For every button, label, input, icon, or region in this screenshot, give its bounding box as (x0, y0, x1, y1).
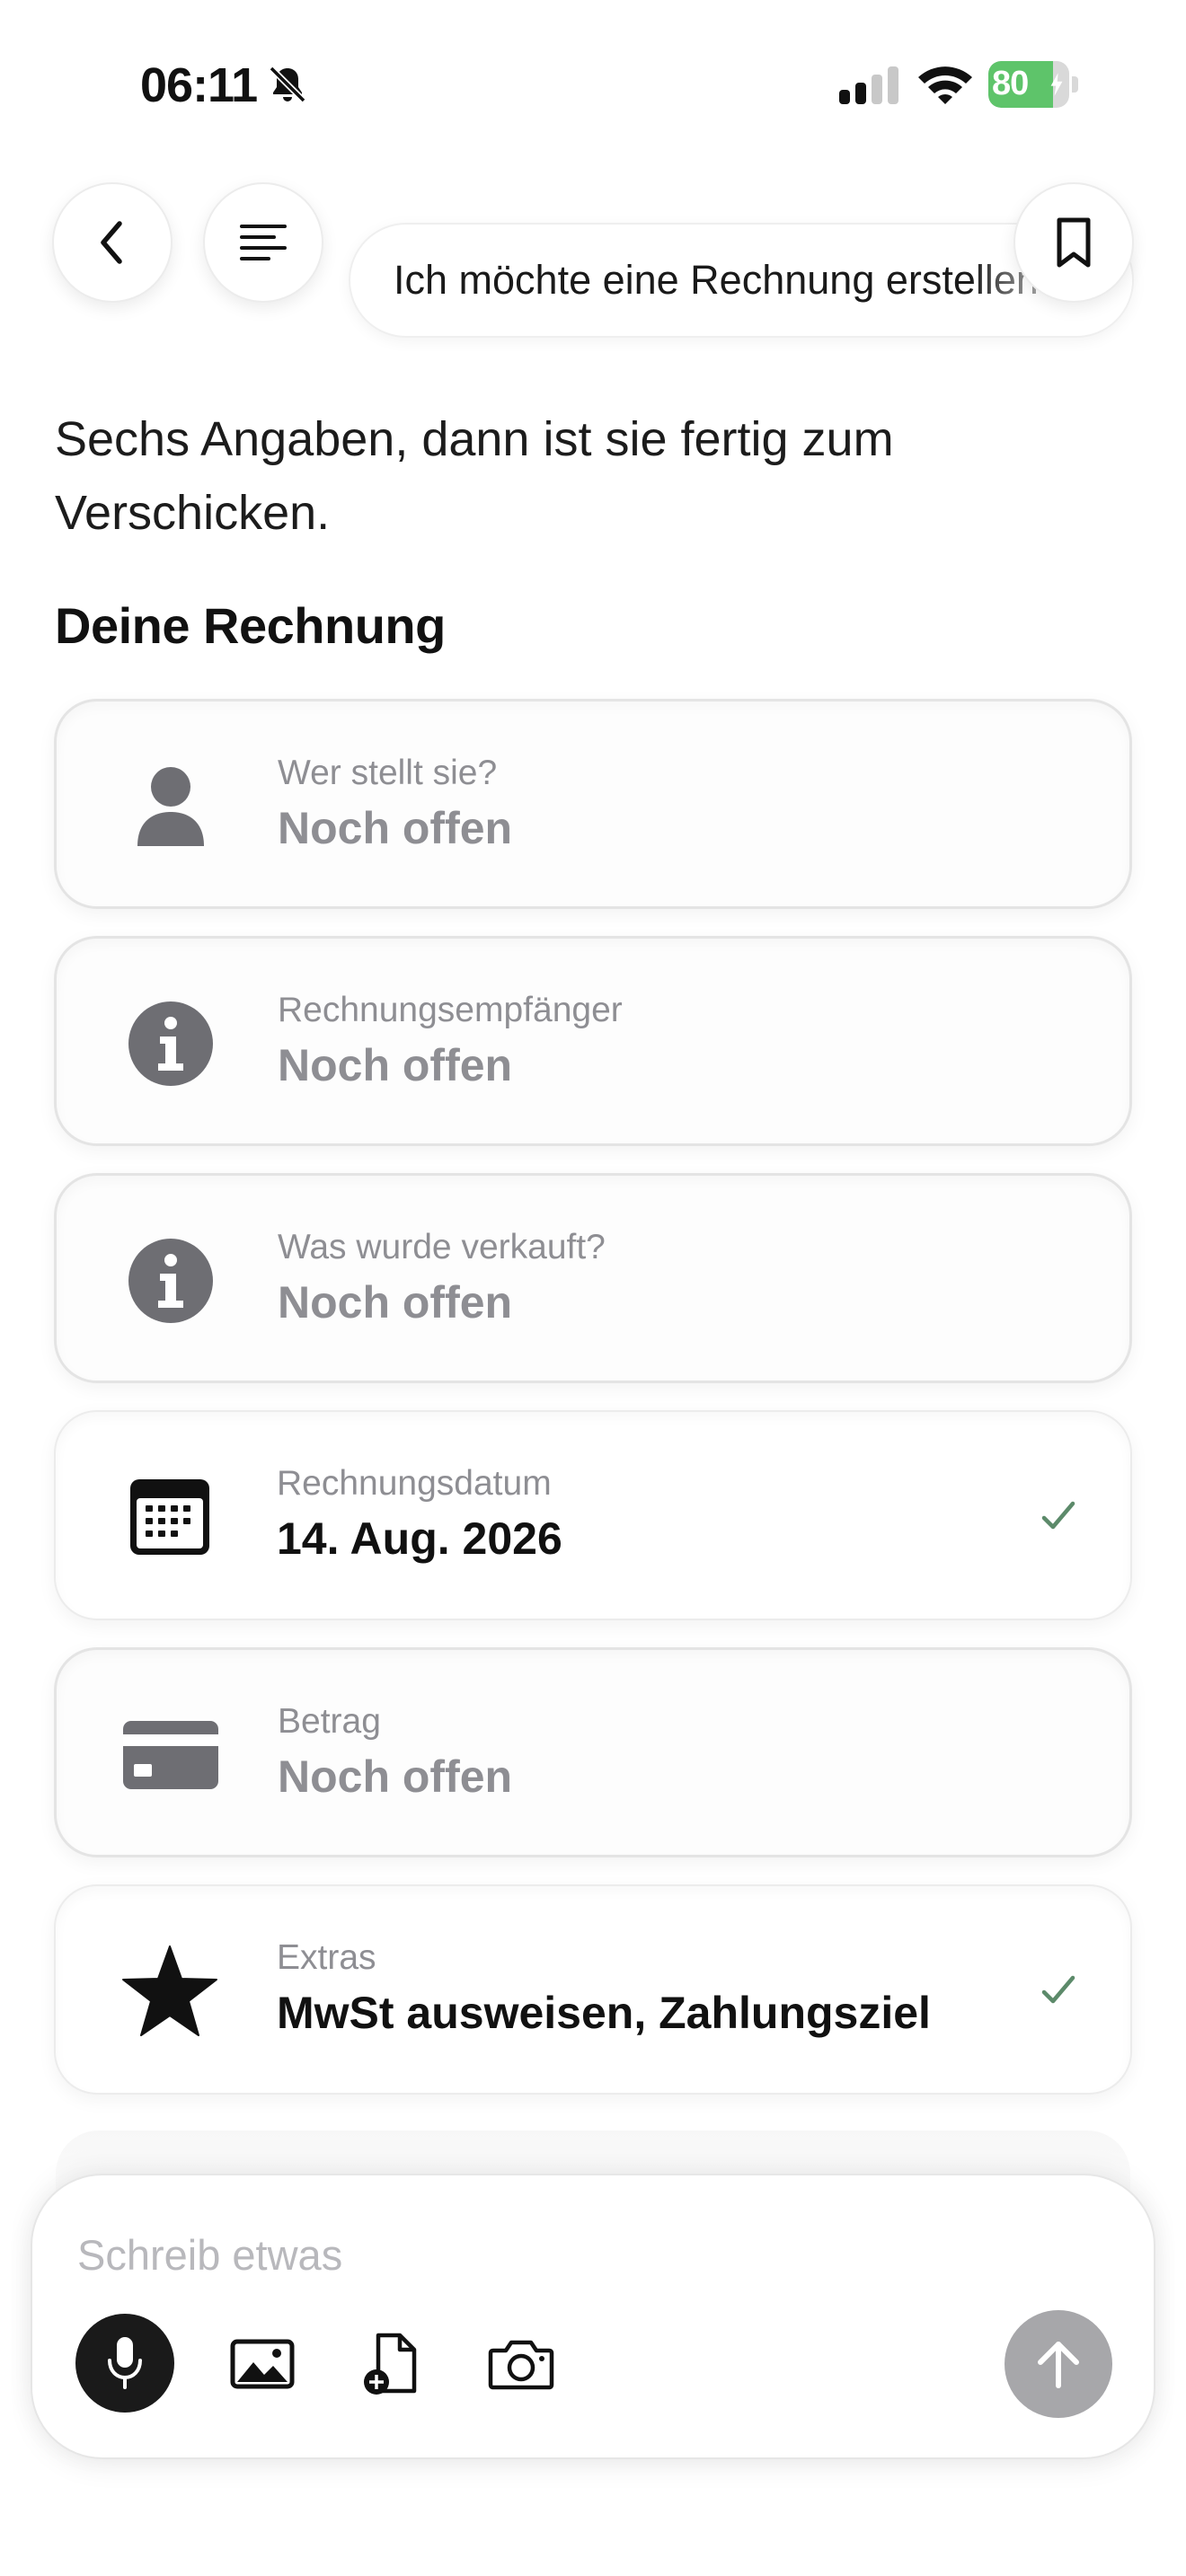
card-value: Noch offen (278, 1040, 513, 1090)
message-composer (31, 2174, 1155, 2459)
signal-icon (839, 66, 898, 104)
invoice-card-extras[interactable]: Extras MwSt ausweisen, Zahlungsziel (54, 1884, 1132, 2095)
info-icon (119, 992, 222, 1095)
menu-button[interactable] (203, 182, 323, 303)
card-label: Rechnungsempfänger (278, 991, 623, 1029)
status-bar: 06:11 80 (0, 54, 1186, 117)
bell-slash-icon (269, 66, 306, 103)
microphone-icon (108, 2337, 142, 2389)
card-value: MwSt ausweisen, Zahlungsziel (277, 1988, 931, 2038)
card-label: Wer stellt sie? (278, 754, 498, 792)
bookmark-icon (1057, 217, 1091, 268)
section-heading: Deine Rechnung (55, 597, 446, 654)
invoice-card-amount[interactable]: Betrag Noch offen (54, 1647, 1132, 1857)
list-icon (240, 225, 287, 260)
bookmark-button[interactable] (1013, 182, 1134, 303)
camera-button[interactable] (478, 2321, 564, 2407)
intro-text: Sechs Angaben, dann ist sie fertig zum V… (55, 412, 894, 540)
charging-bolt-icon (1050, 73, 1063, 96)
invoice-card-date[interactable]: Rechnungsdatum 14. Aug. 2026 (54, 1410, 1132, 1620)
chevron-left-icon (101, 221, 122, 264)
card-value: Noch offen (278, 1751, 513, 1802)
card-value: 14. Aug. 2026 (277, 1513, 562, 1564)
credit-card-icon (119, 1704, 222, 1806)
photo-icon (230, 2339, 295, 2389)
card-label: Extras (277, 1938, 376, 1977)
invoice-card-recipient[interactable]: Rechnungsempfänger Noch offen (54, 936, 1132, 1146)
message-input[interactable] (77, 2226, 976, 2283)
invoice-card-issuer[interactable]: Wer stellt sie? Noch offen (54, 699, 1132, 909)
calendar-icon (119, 1466, 221, 1568)
status-time: 06:11 (140, 58, 258, 112)
conversation-title: Ich möchte eine Rechnung erstellen (394, 257, 1039, 303)
card-label: Was wurde verkauft? (278, 1228, 606, 1266)
info-icon (119, 1230, 222, 1332)
card-label: Rechnungsdatum (277, 1464, 552, 1503)
checkmark-icon (1041, 1501, 1075, 1530)
star-icon (119, 1940, 221, 2042)
checkmark-icon (1041, 1975, 1075, 2004)
card-label: Betrag (278, 1702, 381, 1741)
invoice-chat-screen: 06:11 80 Ich möchte eine Rechnung erstel… (0, 0, 1186, 2576)
send-button[interactable] (1005, 2310, 1112, 2418)
person-icon (119, 755, 222, 858)
wifi-icon (918, 66, 972, 104)
battery-icon: 80 (988, 61, 1078, 108)
back-button[interactable] (52, 182, 173, 303)
invoice-card-items[interactable]: Was wurde verkauft? Noch offen (54, 1173, 1132, 1383)
microphone-button[interactable] (75, 2314, 174, 2413)
file-add-button[interactable] (349, 2321, 435, 2407)
photo-button[interactable] (219, 2321, 305, 2407)
file-add-icon (364, 2333, 417, 2395)
battery-percent: 80 (992, 65, 1029, 102)
card-value: Noch offen (278, 803, 513, 853)
camera-icon (488, 2340, 554, 2390)
card-value: Noch offen (278, 1277, 513, 1328)
arrow-up-icon (1038, 2342, 1079, 2388)
